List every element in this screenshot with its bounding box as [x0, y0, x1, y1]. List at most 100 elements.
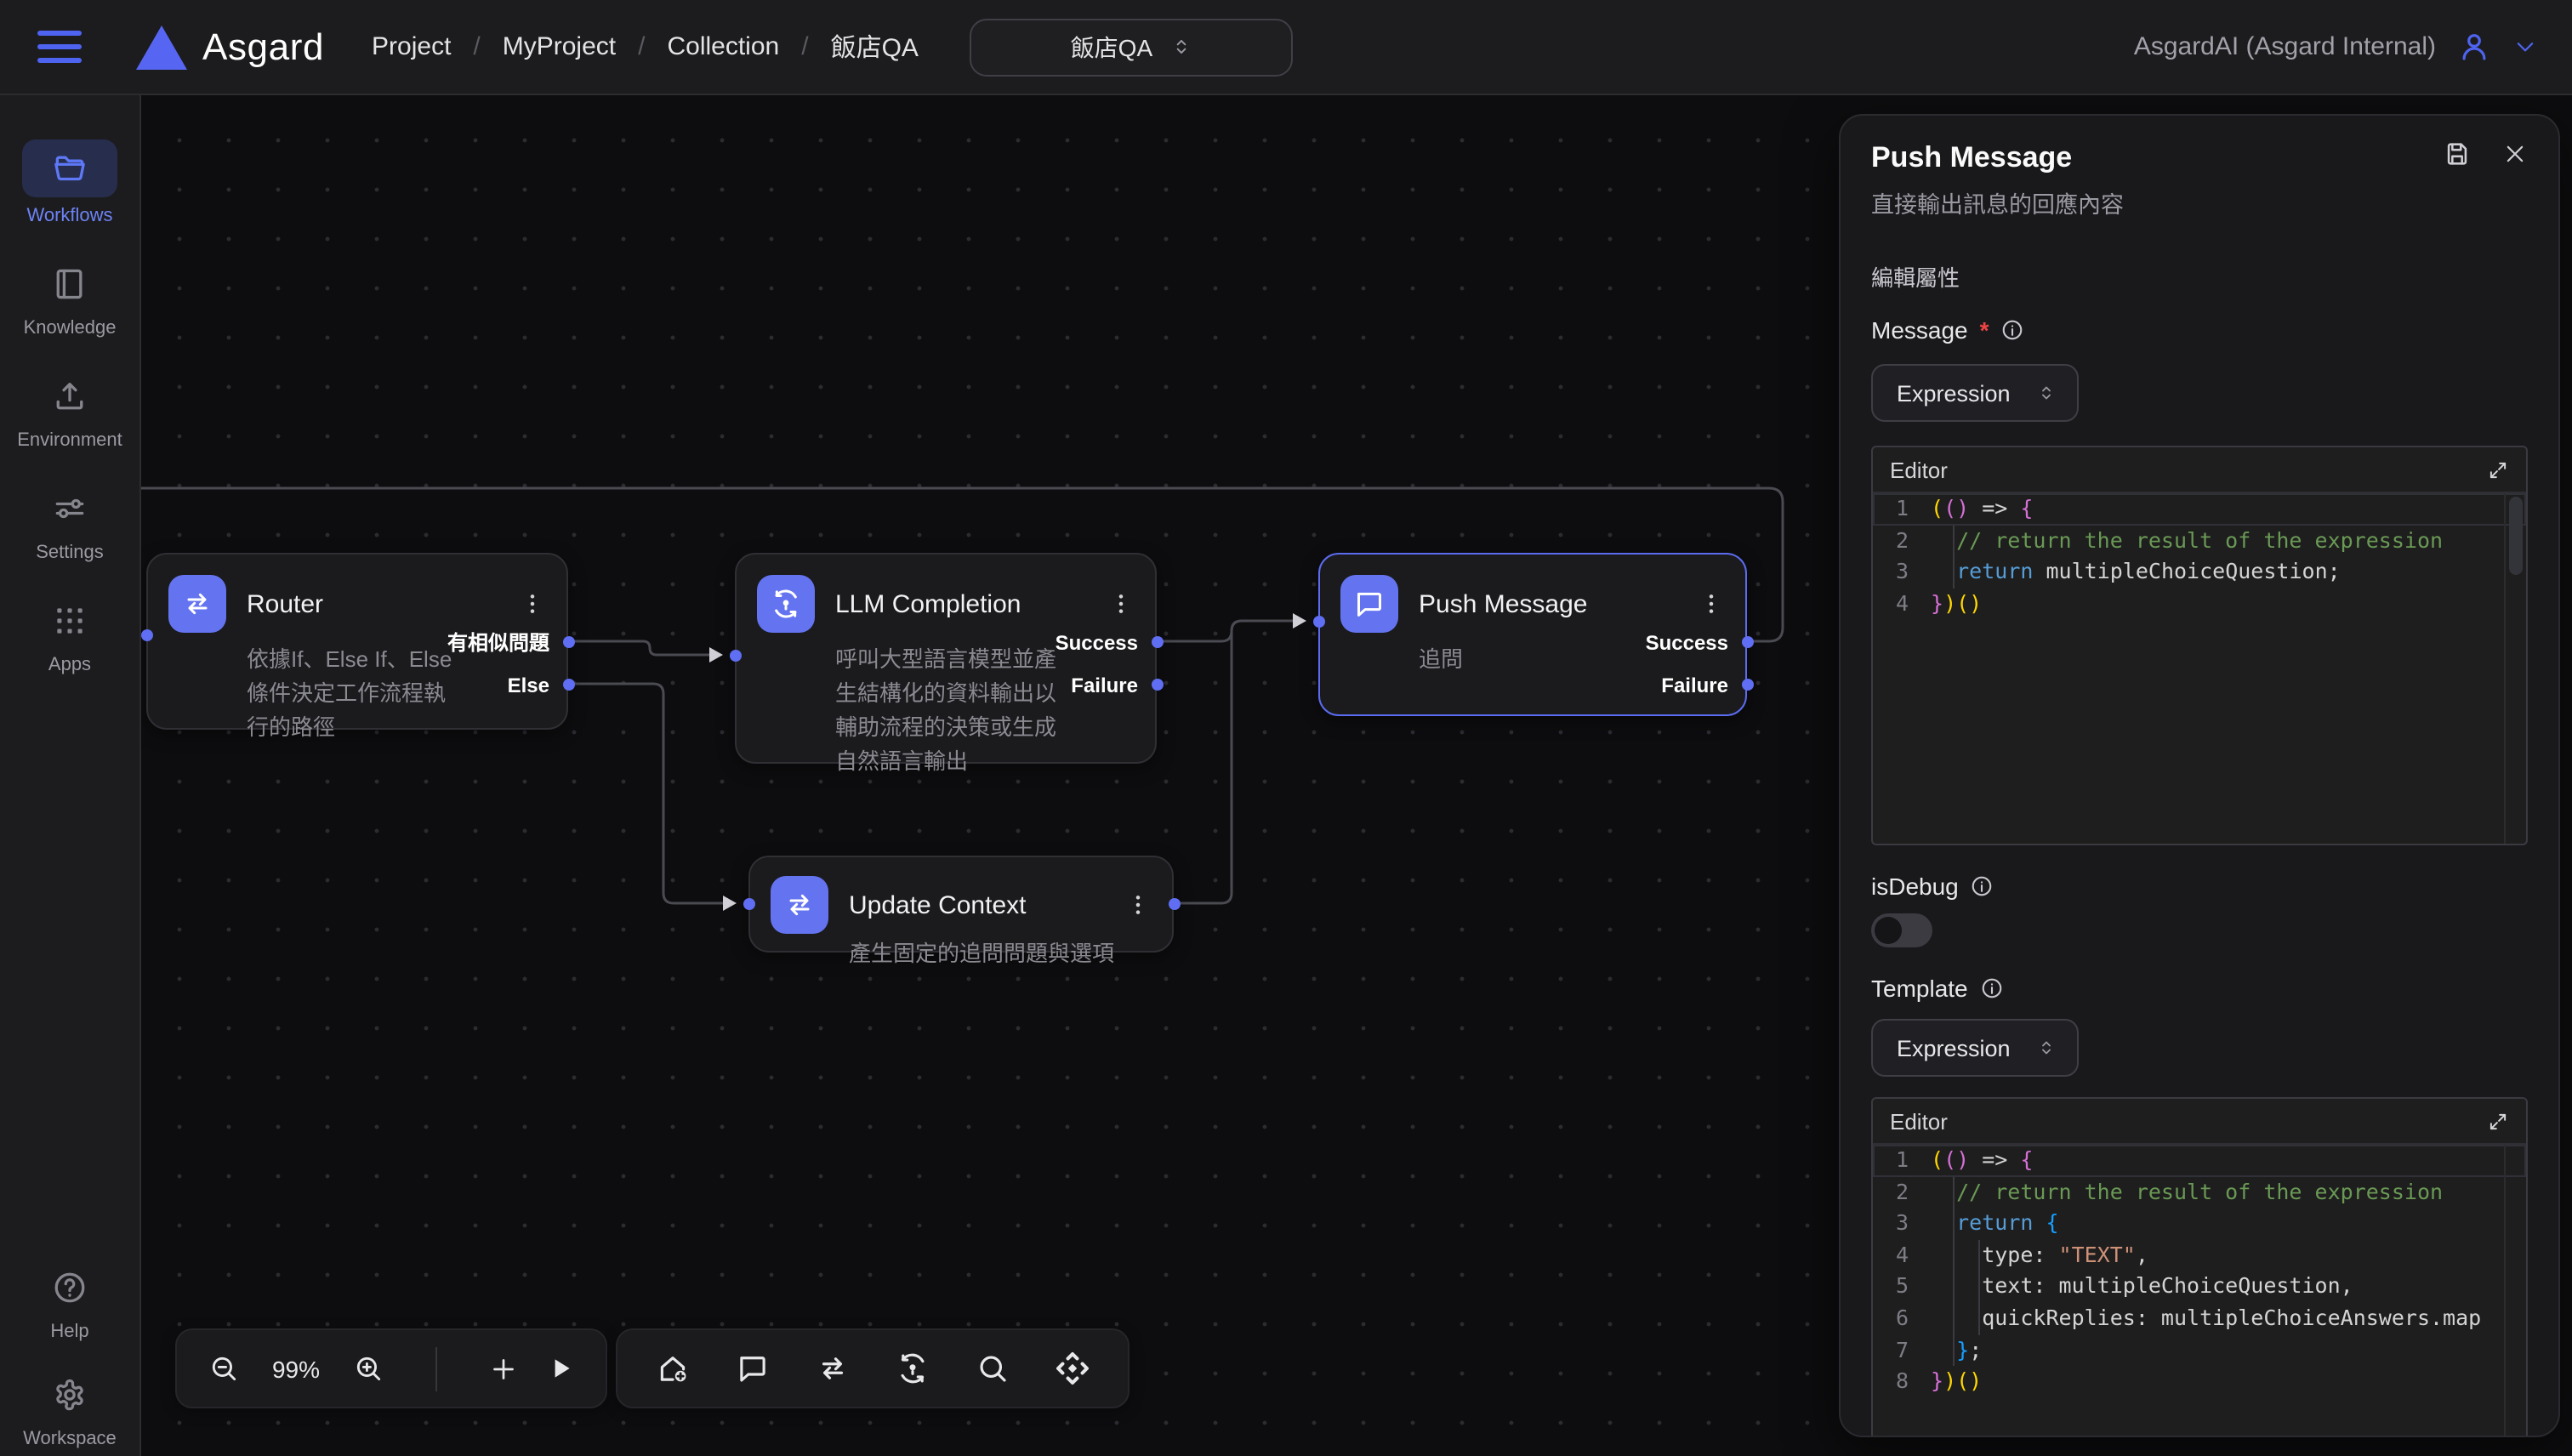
node-handle[interactable]	[1151, 635, 1163, 647]
code-line: 1(() => {	[1873, 1145, 2526, 1176]
node-description: 呼叫大型語言模型並產 生結構化的資料輸出以 輔助流程的決策或生成 自然語言輸出	[835, 643, 1094, 779]
gear-icon	[51, 1376, 88, 1413]
code-area[interactable]: 1(() => {2 // return the result of the e…	[1873, 493, 2526, 844]
sidebar-item-label: Settings	[36, 543, 104, 563]
palette-search-icon[interactable]	[975, 1351, 1010, 1386]
node-menu-icon[interactable]	[1698, 590, 1725, 617]
updown-chevron-icon	[1169, 36, 1192, 58]
info-icon[interactable]	[1980, 976, 2004, 1000]
workflow-selector[interactable]: 飯店QA	[970, 18, 1293, 76]
info-icon[interactable]	[1971, 874, 1994, 898]
node-handle[interactable]	[1312, 615, 1324, 627]
editor-label: Editor	[1890, 1108, 1948, 1134]
save-icon[interactable]	[2443, 139, 2472, 168]
node-menu-icon[interactable]	[1124, 891, 1152, 919]
account-label: AsgardAI (Asgard Internal)	[2134, 32, 2436, 61]
app: Router依據If、Else If、Else 條件決定工作流程執 行的路徑有相…	[0, 0, 2572, 1456]
sidebar-item-environment[interactable]: Environment	[17, 371, 122, 451]
breadcrumb-item[interactable]: 飯店QA	[831, 29, 919, 65]
breadcrumb-item[interactable]: Project	[372, 32, 451, 61]
user-icon[interactable]	[2456, 29, 2492, 65]
upload-icon	[51, 378, 88, 415]
breadcrumb-item[interactable]: Collection	[667, 32, 779, 61]
sidebar-item-label: Workspace	[23, 1429, 117, 1449]
palette-home-plus-icon[interactable]	[655, 1351, 691, 1386]
node-handle[interactable]	[562, 678, 574, 690]
sidebar-item-help[interactable]: Help	[36, 1262, 104, 1342]
node-menu-icon[interactable]	[1107, 590, 1135, 617]
message-field-label: Message *	[1871, 316, 2528, 344]
info-icon[interactable]	[2001, 318, 2025, 342]
workflow-node-router[interactable]: Router依據If、Else If、Else 條件決定工作流程執 行的路徑有相…	[146, 553, 568, 730]
sidebar-item-workflows[interactable]: Workflows	[22, 139, 117, 226]
zoom-in-icon[interactable]	[352, 1352, 384, 1385]
node-handle[interactable]	[1741, 678, 1753, 690]
code-line: 8})()	[1873, 1366, 2526, 1397]
account-chevron-down-icon[interactable]	[2512, 34, 2538, 60]
node-handle[interactable]	[1151, 678, 1163, 690]
palette-llm-icon[interactable]	[895, 1351, 930, 1386]
editor-scrollbar-thumb[interactable]	[2509, 497, 2523, 575]
palette-chat-icon[interactable]	[735, 1351, 771, 1386]
code-line: 2 // return the result of the expression	[1873, 525, 2526, 556]
run-workflow-icon[interactable]	[546, 1354, 575, 1383]
template-type-select[interactable]: Expression	[1871, 1019, 2079, 1077]
node-handle[interactable]	[140, 628, 152, 640]
sidebar-item-workspace[interactable]: Workspace	[23, 1369, 117, 1449]
node-handle[interactable]	[1741, 635, 1753, 647]
node-handle[interactable]	[1168, 897, 1180, 909]
book-icon	[51, 265, 88, 303]
sliders-icon	[51, 490, 88, 527]
sidebar-item-apps[interactable]: Apps	[36, 595, 104, 675]
node-description: 依據If、Else If、Else 條件決定工作流程執 行的路徑	[247, 643, 505, 745]
chat-icon	[1352, 587, 1386, 621]
node-output-label: Else	[508, 672, 549, 699]
template-field-label: Template	[1871, 975, 2528, 1002]
llm-icon	[757, 575, 815, 633]
folder-open-icon	[51, 150, 88, 187]
node-properties-panel: Push Message 直接輸出訊息的回應內容 編輯屬性 Message * …	[1839, 114, 2560, 1437]
code-line: 6 quickReplies: multipleChoiceAnswers.ma…	[1873, 1303, 2526, 1334]
add-node-icon[interactable]	[488, 1353, 519, 1384]
workflow-node-push[interactable]: Push Message追問SuccessFailure	[1318, 553, 1747, 716]
panel-subtitle: 直接輸出訊息的回應內容	[1871, 185, 2528, 219]
code-line: 7 };	[1873, 1334, 2526, 1366]
node-handle[interactable]	[562, 635, 574, 647]
breadcrumb-separator: /	[638, 32, 645, 61]
breadcrumb: Project/MyProject/Collection/飯店QA	[372, 29, 919, 65]
template-type-value: Expression	[1897, 1035, 2011, 1061]
node-handle[interactable]	[743, 897, 754, 909]
help-circle-icon	[51, 1269, 88, 1306]
zoom-out-icon[interactable]	[208, 1352, 240, 1385]
sidebar-item-label: Workflows	[26, 206, 112, 226]
menu-icon[interactable]	[37, 31, 82, 63]
message-type-select[interactable]: Expression	[1871, 364, 2079, 422]
palette-diamond-nav-icon[interactable]	[1055, 1351, 1090, 1386]
close-icon[interactable]	[2502, 139, 2528, 168]
sidebar-item-label: Apps	[48, 655, 91, 675]
workflow-node-update[interactable]: Update Context產生固定的追問問題與選項	[748, 856, 1174, 953]
palette-swap-arrows-icon[interactable]	[815, 1351, 851, 1386]
brand: Asgard	[136, 25, 324, 69]
isdebug-toggle[interactable]	[1871, 913, 1932, 947]
expand-icon[interactable]	[2487, 458, 2509, 481]
editor-label: Editor	[1890, 457, 1948, 482]
workflow-node-llm[interactable]: LLM Completion呼叫大型語言模型並產 生結構化的資料輸出以 輔助流程…	[735, 553, 1157, 764]
breadcrumb-item[interactable]: MyProject	[503, 32, 616, 61]
sidebar-item-settings[interactable]: Settings	[36, 483, 104, 563]
node-title: Router	[247, 589, 323, 618]
swap-arrows-icon	[771, 876, 828, 934]
toolbar-divider	[435, 1346, 437, 1391]
node-output-label: Success	[1056, 629, 1138, 657]
code-line: 3 return {	[1873, 1208, 2526, 1239]
node-handle[interactable]	[729, 649, 741, 661]
asgard-logo-icon	[136, 25, 187, 69]
sidebar-item-knowledge[interactable]: Knowledge	[24, 259, 117, 338]
code-line: 1(() => {	[1873, 493, 2526, 525]
workflow-selector-value: 飯店QA	[1071, 30, 1152, 64]
expand-icon[interactable]	[2487, 1110, 2509, 1132]
message-type-value: Expression	[1897, 380, 2011, 406]
sidebar-item-label: Knowledge	[24, 318, 117, 338]
node-menu-icon[interactable]	[519, 590, 546, 617]
code-area[interactable]: 1(() => {2 // return the result of the e…	[1873, 1145, 2526, 1437]
